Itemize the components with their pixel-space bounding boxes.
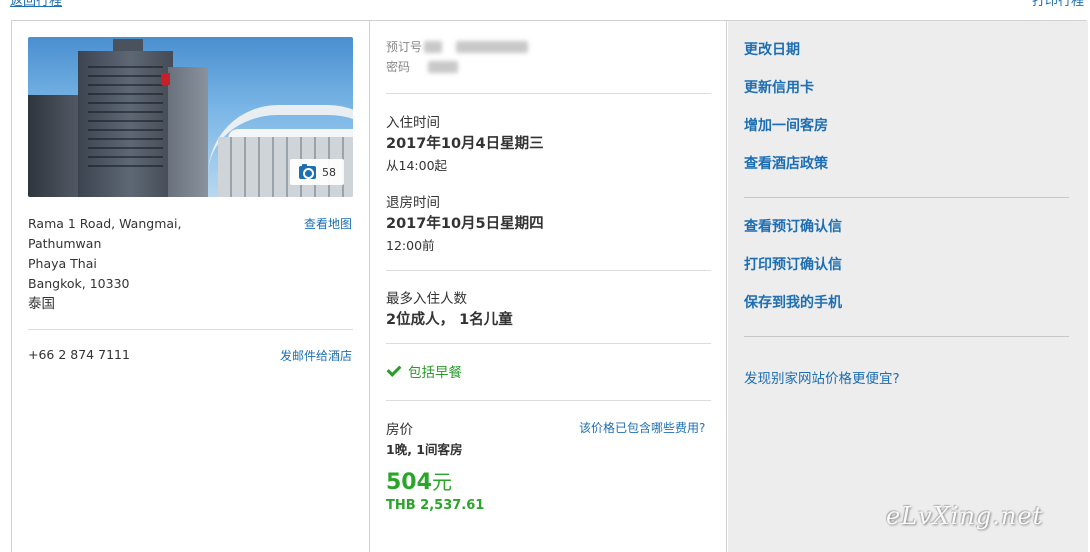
hotel-photo[interactable]: 58: [28, 37, 353, 197]
divider: [386, 400, 711, 401]
address-country: 泰国: [28, 296, 55, 312]
redacted-pin: [428, 60, 459, 73]
hotel-info-column: 58 Rama 1 Road, Wangmai, Pathumwan Phaya…: [12, 21, 370, 552]
hotel-address: Rama 1 Road, Wangmai, Pathumwan Phaya Th…: [28, 214, 278, 314]
view-confirmation-link[interactable]: 查看预订确认信: [744, 216, 842, 236]
address-line: Pathumwan: [28, 236, 102, 251]
price-number: 504: [386, 470, 432, 495]
update-credit-card-link[interactable]: 更新信用卡: [744, 77, 814, 97]
print-confirmation-link[interactable]: 打印预订确认信: [744, 254, 842, 274]
price-fees-link[interactable]: 该价格已包含哪些费用?: [579, 419, 705, 436]
hotel-phone: +66 2 874 7111: [28, 347, 130, 362]
checkin-date: 2017年10月4日星期三: [386, 136, 544, 152]
camera-icon: [299, 163, 316, 179]
save-to-phone-link[interactable]: 保存到我的手机: [744, 292, 842, 312]
breakfast-label: 包括早餐: [408, 365, 462, 381]
email-hotel-link[interactable]: 发邮件给酒店: [280, 347, 352, 364]
check-icon: [386, 362, 402, 377]
watermark: eLvXing.net: [886, 502, 1044, 530]
breakfast-included: 包括早餐: [386, 361, 462, 381]
found-cheaper-link[interactable]: 发现别家网站价格更便宜?: [744, 367, 900, 387]
divider: [386, 270, 711, 271]
checkout-label: 退房时间: [386, 195, 440, 211]
booking-details-column: 预订号 密码 入住时间 2017年10月4日星期三 从14:00起 退房时间 2…: [370, 21, 727, 552]
price-unit: 元: [431, 470, 452, 494]
divider: [28, 329, 353, 330]
photo-gallery-button[interactable]: 58: [290, 159, 344, 185]
divider: [386, 93, 711, 94]
change-dates-link[interactable]: 更改日期: [744, 39, 800, 59]
price-label: 房价: [386, 422, 413, 438]
checkin-label: 入住时间: [386, 115, 440, 131]
occupancy-label: 最多入住人数: [386, 291, 467, 307]
divider: [744, 197, 1069, 198]
photo-count: 58: [322, 165, 336, 179]
address-line: Bangkok, 10330: [28, 276, 130, 291]
view-map-link[interactable]: 查看地图: [304, 214, 352, 234]
price-amount: 504元: [386, 466, 452, 495]
confirmation-number-row: 预订号: [386, 38, 529, 55]
divider: [386, 343, 711, 344]
price-thb: THB 2,537.61: [386, 498, 485, 513]
checkout-date: 2017年10月5日星期四: [386, 216, 544, 232]
add-room-link[interactable]: 增加一间客房: [744, 115, 828, 135]
address-line: Rama 1 Road, Wangmai,: [28, 216, 182, 231]
redacted-confirmation-number: [456, 40, 529, 53]
actions-column: 更改日期 更新信用卡 增加一间客房 查看酒店政策 查看预订确认信 打印预订确认信…: [728, 21, 1088, 552]
view-hotel-policy-link[interactable]: 查看酒店政策: [744, 153, 828, 173]
pin-label: 密码: [386, 60, 411, 74]
pin-row: 密码: [386, 58, 459, 75]
back-to-itinerary-link[interactable]: 返回行程: [10, 0, 62, 8]
checkin-time: 从14:00起: [386, 158, 448, 173]
checkout-time: 12:00前: [386, 238, 435, 253]
booking-card: 58 Rama 1 Road, Wangmai, Pathumwan Phaya…: [11, 20, 1088, 552]
top-strip: 返回行程 打印行程: [0, 0, 1090, 8]
confirmation-label: 预订号: [386, 40, 423, 54]
occupancy-value: 2位成人， 1名儿童: [386, 312, 513, 328]
address-line: Phaya Thai: [28, 256, 97, 271]
price-detail: 1晚, 1间客房: [386, 442, 463, 457]
hotel-logo: [161, 73, 170, 85]
print-itinerary-link[interactable]: 打印行程: [1032, 0, 1084, 8]
divider: [744, 336, 1069, 337]
